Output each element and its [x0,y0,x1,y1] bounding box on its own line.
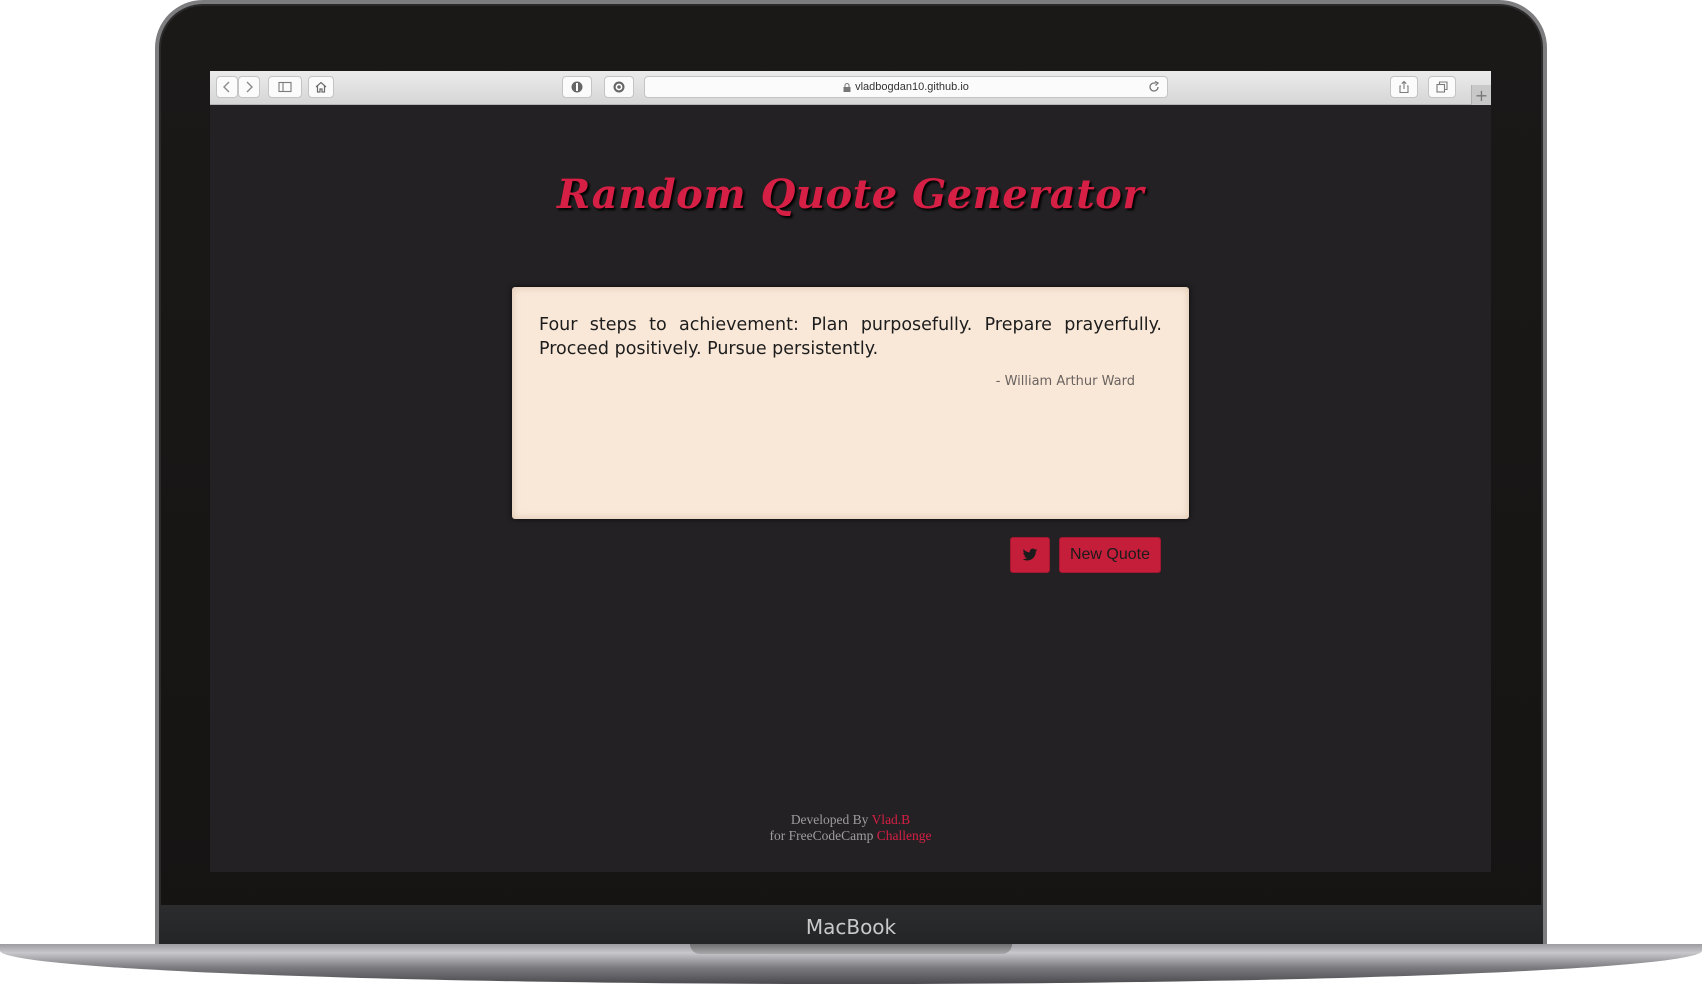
quote-text: Four steps to achievement: Plan purposef… [539,315,1162,359]
back-arrow-icon [223,81,230,93]
quote-author: - William Arthur Ward [995,374,1135,389]
footer-developed-by: Developed By [790,812,872,827]
tabs-button[interactable] [1428,76,1456,98]
quote-card: Four steps to achievement: Plan purposef… [512,287,1189,519]
forward-arrow-icon [246,81,253,93]
home-icon [315,81,327,93]
footer-line-2: for FreeCodeCamp Challenge [210,828,1491,844]
new-tab-button[interactable]: + [1471,85,1491,105]
screen: vladbogdan10.github.io + Random Quote Ge… [210,71,1491,872]
sidebar-icon [278,81,292,93]
url-text: vladbogdan10.github.io [855,81,969,93]
address-bar[interactable]: vladbogdan10.github.io [644,76,1168,98]
author-link[interactable]: Vlad.B [872,812,911,827]
browser-toolbar: vladbogdan10.github.io [210,71,1491,105]
share-button[interactable] [1390,76,1418,98]
new-quote-button[interactable]: New Quote [1059,537,1161,573]
extension-icon [613,81,625,93]
url-display: vladbogdan10.github.io [645,77,1167,97]
page-title: Random Quote Generator [557,171,1144,218]
laptop-notch [690,944,1012,954]
footer-line-1: Developed By Vlad.B [210,812,1491,828]
home-button[interactable] [308,76,334,98]
privacy-button[interactable] [562,76,592,98]
reload-icon[interactable] [1147,80,1161,94]
challenge-link[interactable]: Challenge [877,828,932,843]
share-icon [1399,80,1409,94]
twitter-icon [1022,548,1038,561]
lock-icon [843,82,851,92]
extension-button[interactable] [604,76,634,98]
sidebar-button[interactable] [268,76,302,98]
footer-for-freecodecamp: for FreeCodeCamp [769,828,877,843]
forward-button[interactable] [238,76,260,98]
tabs-icon [1436,81,1448,93]
privacy-icon [571,81,583,93]
device-brand-label: MacBook [805,915,897,939]
back-button[interactable] [216,76,238,98]
footer: Developed By Vlad.B for FreeCodeCamp Cha… [210,812,1491,844]
tweet-button[interactable] [1010,537,1050,573]
